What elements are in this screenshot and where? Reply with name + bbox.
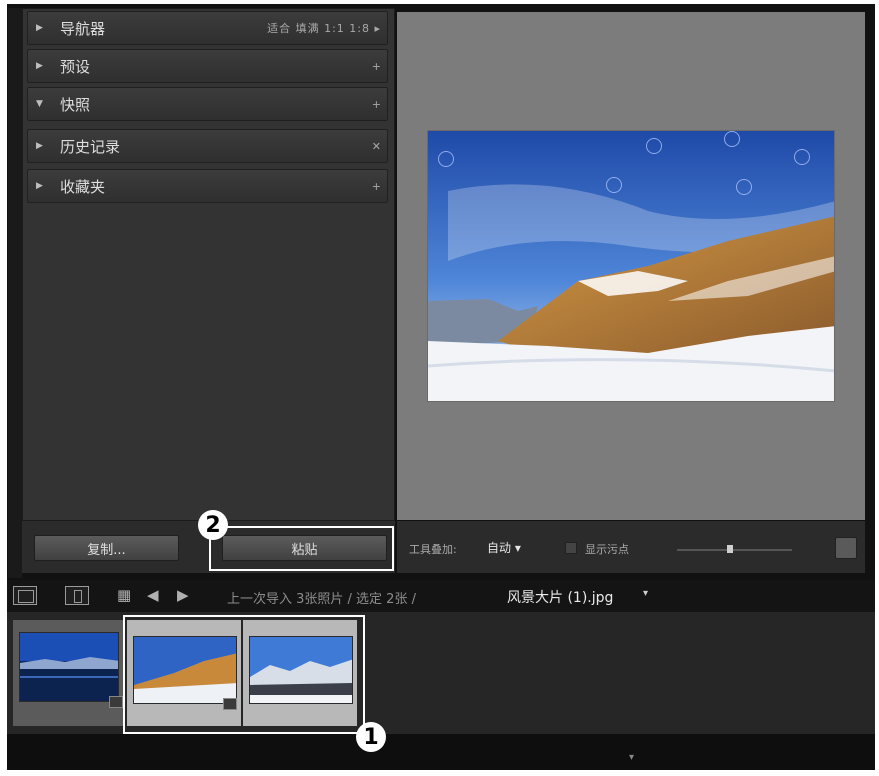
spot-removal-marker[interactable] bbox=[606, 177, 622, 193]
tool-overlay-label: 工具叠加: bbox=[409, 543, 457, 556]
current-filename[interactable]: 风景大片 (1).jpg bbox=[507, 587, 613, 607]
left-panel-edge[interactable] bbox=[8, 8, 22, 578]
edited-badge-icon bbox=[109, 696, 123, 708]
navigator-panel-header[interactable]: ▶ 导航器 适合 填满 1:1 1:8 ▸ bbox=[27, 11, 388, 45]
chevron-down-icon[interactable]: ▾ bbox=[629, 752, 634, 763]
spot-visibility-slider[interactable] bbox=[677, 549, 792, 551]
panel-title: 预设 bbox=[60, 57, 91, 76]
add-collection-button[interactable]: + bbox=[372, 180, 381, 193]
filmstrip-cell[interactable] bbox=[13, 620, 123, 726]
callout-number-2: 2 bbox=[198, 510, 228, 540]
panel-title: 快照 bbox=[60, 95, 91, 114]
secondary-display-icon[interactable] bbox=[65, 586, 89, 605]
presets-panel-header[interactable]: ▶ 预设 + bbox=[27, 49, 388, 83]
show-spots-label: 显示污点 bbox=[585, 543, 629, 556]
spot-removal-marker[interactable] bbox=[646, 138, 662, 154]
clear-history-button[interactable]: ✕ bbox=[372, 140, 381, 153]
next-arrow-icon[interactable]: ▶ bbox=[177, 588, 189, 603]
expand-triangle-icon: ▶ bbox=[36, 181, 43, 191]
callout-box-selection bbox=[123, 615, 365, 734]
single-view-icon[interactable] bbox=[13, 586, 37, 605]
filmstrip-header: ▦ ◀ ▶ 上一次导入 3张照片 / 选定 2张 / 风景大片 (1).jpg … bbox=[7, 580, 875, 612]
add-snapshot-button[interactable]: + bbox=[372, 98, 381, 111]
expand-triangle-icon: ▶ bbox=[36, 23, 43, 33]
main-photo[interactable] bbox=[427, 130, 835, 402]
filmstrip-source-path[interactable]: 上一次导入 3张照片 / 选定 2张 / bbox=[227, 588, 416, 607]
tool-overlay-dropdown[interactable]: 自动 ▾ bbox=[487, 539, 521, 556]
spot-removal-marker[interactable] bbox=[724, 131, 740, 147]
grid-icon[interactable] bbox=[835, 537, 857, 559]
left-panel: ▶ 导航器 适合 填满 1:1 1:8 ▸ ▶ 预设 + ▼ 快照 + ▶ 历史… bbox=[22, 8, 395, 521]
collections-panel-header[interactable]: ▶ 收藏夹 + bbox=[27, 169, 388, 203]
spot-removal-marker[interactable] bbox=[736, 179, 752, 195]
callout-number-1: 1 bbox=[356, 722, 386, 752]
copy-button[interactable]: 复制... bbox=[34, 535, 179, 561]
previous-arrow-icon[interactable]: ◀ bbox=[147, 588, 159, 603]
mountain-landscape-image bbox=[428, 131, 834, 401]
show-spots-checkbox[interactable] bbox=[565, 542, 577, 554]
thumbnail-lake bbox=[19, 632, 119, 702]
slider-thumb[interactable] bbox=[727, 545, 733, 553]
history-panel-header[interactable]: ▶ 历史记录 ✕ bbox=[27, 129, 388, 163]
collapse-triangle-icon: ▼ bbox=[36, 99, 43, 109]
add-preset-button[interactable]: + bbox=[372, 60, 381, 73]
zoom-options[interactable]: 适合 填满 1:1 1:8 ▸ bbox=[267, 20, 381, 36]
photo-preview-area bbox=[397, 12, 865, 520]
panel-title: 导航器 bbox=[60, 19, 106, 38]
panel-title: 历史记录 bbox=[60, 137, 121, 156]
callout-box-paste bbox=[209, 526, 394, 571]
snapshots-panel-header[interactable]: ▼ 快照 + bbox=[27, 87, 388, 121]
expand-triangle-icon: ▶ bbox=[36, 141, 43, 151]
grid-view-icon[interactable]: ▦ bbox=[117, 588, 131, 603]
preview-toolbar: 工具叠加: 自动 ▾ 显示污点 bbox=[397, 521, 865, 573]
bottom-bar: ▾ bbox=[7, 734, 875, 770]
spot-removal-marker[interactable] bbox=[794, 149, 810, 165]
lake-night-image bbox=[20, 633, 118, 701]
chevron-down-icon[interactable]: ▾ bbox=[643, 588, 648, 599]
expand-triangle-icon: ▶ bbox=[36, 61, 43, 71]
panel-title: 收藏夹 bbox=[60, 177, 106, 196]
spot-removal-marker[interactable] bbox=[438, 151, 454, 167]
